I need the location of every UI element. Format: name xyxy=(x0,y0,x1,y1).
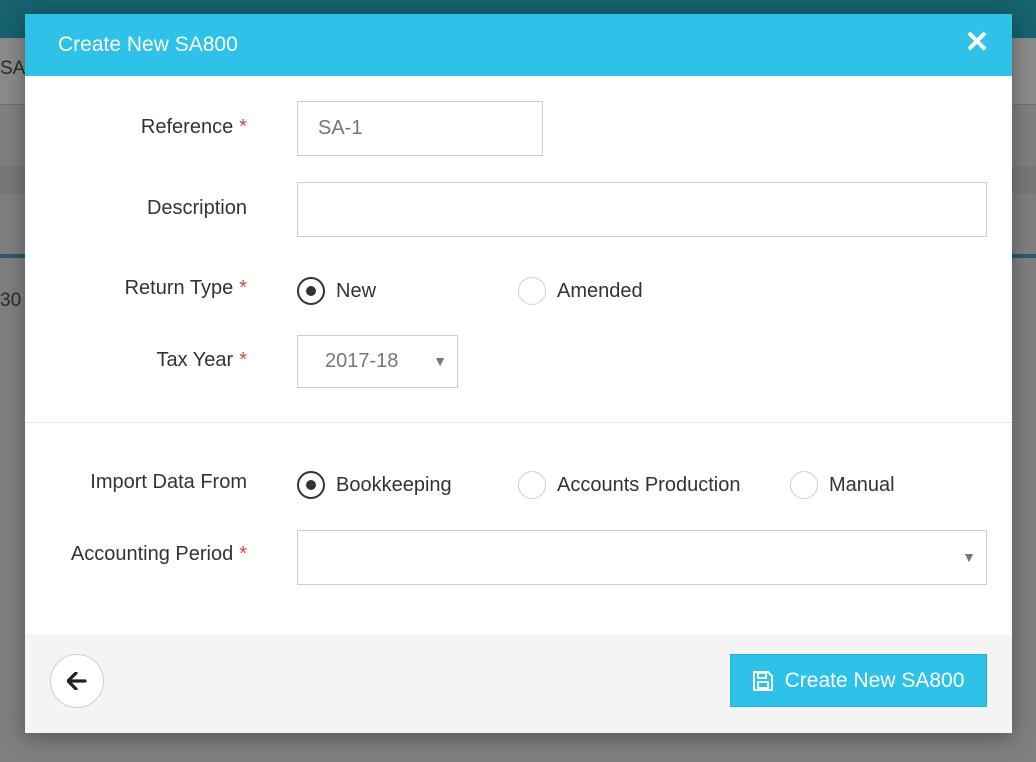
back-button[interactable] xyxy=(50,654,104,708)
modal-footer: Create New SA800 xyxy=(25,634,1012,733)
return-type-new-label: New xyxy=(336,279,377,302)
close-icon[interactable]: ✕ xyxy=(960,26,994,60)
import-accounts-production-label: Accounts Production xyxy=(557,473,741,496)
tax-year-value: 2017-18 xyxy=(325,350,399,372)
reference-input[interactable] xyxy=(297,101,543,156)
arrow-left-icon xyxy=(67,672,87,690)
return-type-amended-label: Amended xyxy=(557,279,643,302)
reference-label: Reference * xyxy=(141,116,247,139)
import-accounts-production-radio[interactable]: Accounts Production xyxy=(518,471,740,499)
import-manual-label: Manual xyxy=(829,473,895,496)
import-bookkeeping-radio[interactable]: Bookkeeping xyxy=(297,471,452,499)
required-marker: * xyxy=(239,349,247,371)
return-type-label-text: Return Type xyxy=(124,277,234,299)
radio-checked-icon xyxy=(297,277,325,305)
radio-unchecked-icon xyxy=(790,471,818,499)
modal-header: Create New SA800 ✕ xyxy=(25,14,1012,76)
create-sa800-modal: Create New SA800 ✕ Reference* Descriptio… xyxy=(25,14,1012,733)
chevron-down-icon: ▼ xyxy=(433,353,447,369)
modal-title: Create New SA800 xyxy=(58,33,238,56)
chevron-down-icon: ▼ xyxy=(962,549,976,565)
import-manual-radio[interactable]: Manual xyxy=(790,471,895,499)
create-sa800-button[interactable]: Create New SA800 xyxy=(730,654,987,707)
accounting-period-select[interactable]: ▼ xyxy=(297,530,987,585)
reference-label-text: Reference xyxy=(140,116,234,138)
required-marker: * xyxy=(239,543,247,565)
required-marker: * xyxy=(239,277,247,299)
radio-unchecked-icon xyxy=(518,471,546,499)
tax-year-label-text: Tax Year xyxy=(156,349,234,371)
description-label: Description xyxy=(147,197,247,220)
import-bookkeeping-label: Bookkeeping xyxy=(336,473,452,496)
description-input[interactable] xyxy=(297,182,987,237)
tax-year-label: Tax Year * xyxy=(156,349,247,372)
radio-unchecked-icon xyxy=(518,277,546,305)
import-data-from-label: Import Data From xyxy=(90,471,247,494)
accounting-period-label-text: Accounting Period xyxy=(70,543,234,565)
create-sa800-button-label: Create New SA800 xyxy=(784,668,965,692)
section-divider xyxy=(25,422,1012,423)
description-label-text: Description xyxy=(146,197,247,219)
save-icon xyxy=(752,670,773,691)
return-type-new-radio[interactable]: New xyxy=(297,277,376,305)
background-row-text: 30 xyxy=(0,290,22,311)
accounting-period-label: Accounting Period * xyxy=(71,543,247,566)
return-type-amended-radio[interactable]: Amended xyxy=(518,277,643,305)
radio-checked-icon xyxy=(297,471,325,499)
tax-year-select[interactable]: 2017-18 ▼ xyxy=(297,335,458,388)
required-marker: * xyxy=(239,116,247,138)
background-subbar-text: SA xyxy=(0,58,26,79)
import-data-from-label-text: Import Data From xyxy=(90,471,247,493)
return-type-label: Return Type * xyxy=(125,277,247,300)
